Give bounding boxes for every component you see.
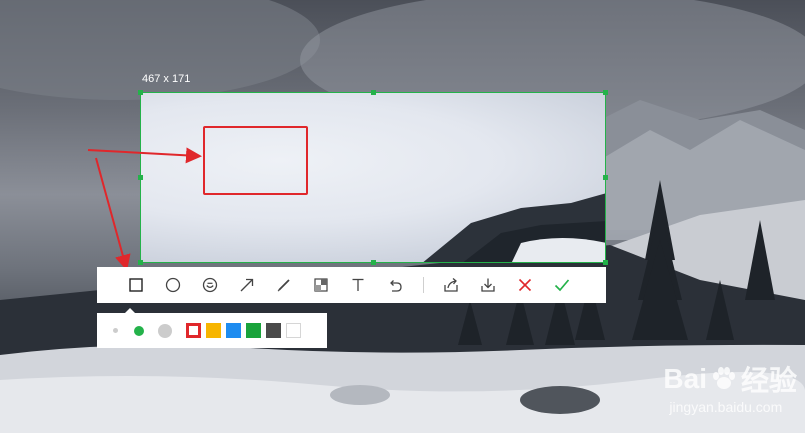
share-icon <box>443 278 458 292</box>
pen-tool[interactable] <box>265 267 302 303</box>
color-swatch-yellow[interactable] <box>206 323 221 338</box>
color-palette <box>97 308 327 348</box>
undo-tool[interactable] <box>376 267 413 303</box>
circle-icon <box>165 277 180 293</box>
square-icon <box>128 278 143 292</box>
paw-icon <box>712 367 735 389</box>
watermark-suffix: 经验 <box>740 365 797 396</box>
resize-handle-w[interactable] <box>138 175 143 180</box>
watermark-url: jingyan.baidu.com <box>669 399 783 415</box>
size-small-option[interactable] <box>113 328 118 333</box>
rectangle-tool[interactable] <box>117 267 154 303</box>
ellipse-tool[interactable] <box>154 267 191 303</box>
resize-handle-sw[interactable] <box>138 260 143 265</box>
toolbar-divider <box>423 277 424 293</box>
resize-handle-ne[interactable] <box>603 90 608 95</box>
resize-handle-se[interactable] <box>603 260 608 265</box>
size-medium-option[interactable] <box>134 325 144 336</box>
text-tool[interactable] <box>339 267 376 303</box>
color-swatch-white[interactable] <box>286 323 301 338</box>
pen-icon <box>277 279 290 292</box>
color-swatch-blue[interactable] <box>226 323 241 338</box>
mosaic-tool[interactable] <box>302 267 339 303</box>
size-large-option[interactable] <box>158 323 172 338</box>
color-swatch-red[interactable] <box>186 323 201 338</box>
color-swatch-dark-gray[interactable] <box>266 323 281 338</box>
arrow-tool[interactable] <box>228 267 265 303</box>
share-button[interactable] <box>432 267 469 303</box>
download-icon <box>480 278 495 292</box>
confirm-button[interactable] <box>543 267 580 303</box>
capture-size-label: 467 x 171 <box>142 73 191 85</box>
check-icon <box>554 279 569 292</box>
resize-handle-nw[interactable] <box>138 90 143 95</box>
watermark-brand: Bai <box>663 363 707 394</box>
resize-handle-e[interactable] <box>603 175 608 180</box>
color-swatch-green[interactable] <box>246 323 261 338</box>
baidu-jingyan-watermark: Bai 经验 jingyan.baidu.com <box>663 359 797 415</box>
smile-icon <box>202 277 217 293</box>
undo-icon <box>389 280 402 292</box>
mosaic-icon <box>313 278 328 292</box>
cancel-button[interactable] <box>506 267 543 303</box>
text-icon <box>352 278 363 291</box>
arrow-icon <box>240 278 253 292</box>
resize-handle-n[interactable] <box>371 90 376 95</box>
capture-toolbar <box>97 267 606 303</box>
emoji-tool[interactable] <box>191 267 228 303</box>
download-button[interactable] <box>469 267 506 303</box>
close-icon <box>518 278 531 292</box>
drawn-rectangle-annotation[interactable] <box>203 126 308 195</box>
resize-handle-s[interactable] <box>371 260 376 265</box>
